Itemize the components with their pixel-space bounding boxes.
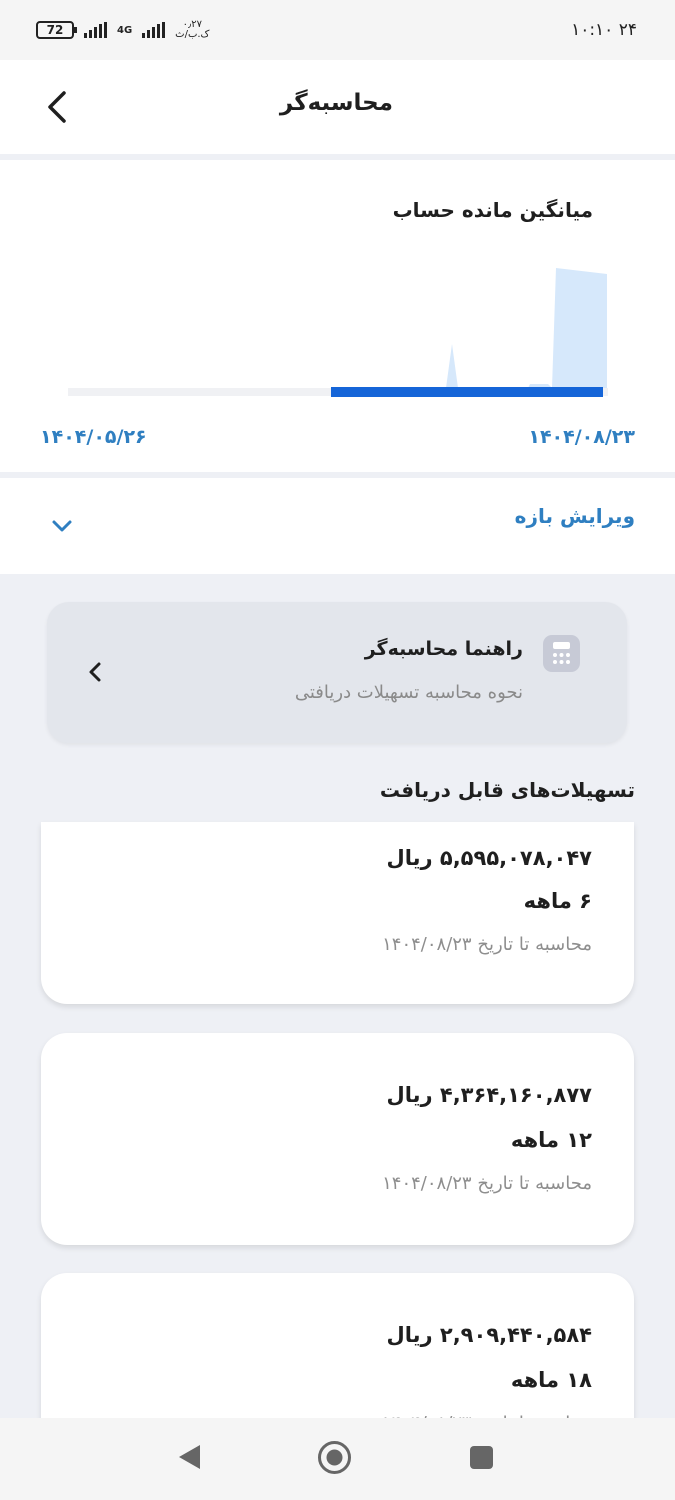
calculator-icon xyxy=(543,635,580,672)
chart-area-right xyxy=(552,268,607,388)
signal-icon-2 xyxy=(142,22,166,38)
loan-amount: ۵,۵۹۵,۰۷۸,۰۴۷ ریال xyxy=(386,846,592,870)
network-speed: ۰٫۲۷ ک.ب/ث xyxy=(175,20,209,40)
nav-recents-icon[interactable] xyxy=(469,1445,494,1470)
loan-term: ۶ ماهه xyxy=(523,889,592,913)
loan-card[interactable]: ۵,۵۹۵,۰۷۸,۰۴۷ ریال ۶ ماهه محاسبه تا تاری… xyxy=(41,822,634,1004)
edit-range-toggle[interactable]: ویرایش بازه xyxy=(0,478,675,574)
signal-icon xyxy=(84,22,107,38)
status-clock: ۲۴ ۱۰:۱۰ xyxy=(571,20,637,40)
edit-range-label: ویرایش بازه xyxy=(514,504,635,528)
loan-calc-date: محاسبه تا تاریخ ۱۴۰۴/۰۸/۲۳ xyxy=(382,934,592,955)
loan-term: ۱۸ ماهه xyxy=(510,1368,592,1392)
battery-level: 72 xyxy=(46,23,64,37)
network-type: 4G xyxy=(117,24,133,36)
loan-amount: ۲,۹۰۹,۴۴۰,۵۸۴ ریال xyxy=(386,1323,592,1347)
status-icons: 72 4G ۰٫۲۷ ک.ب/ث xyxy=(36,20,210,40)
loan-calc-date: محاسبه تا تاریخ ۱۴۰۴/۰۸/۲۳ xyxy=(382,1173,592,1194)
chart-start-date: ۱۴۰۴/۰۸/۲۳ xyxy=(528,426,635,448)
guide-title: راهنما محاسبه‌گر xyxy=(364,638,523,660)
network-indicator: 4G xyxy=(117,24,133,36)
system-nav-bar xyxy=(0,1418,675,1500)
page-title: محاسبه‌گر xyxy=(279,90,393,116)
battery-icon: 72 xyxy=(36,21,77,39)
status-bar: 72 4G ۰٫۲۷ ک.ب/ث ۲۴ ۱۰:۱۰ xyxy=(0,0,675,60)
nav-home-icon[interactable] xyxy=(317,1440,352,1475)
chart-area-spike xyxy=(446,344,458,388)
guide-subtitle: نحوه محاسبه تسهیلات دریافتی xyxy=(294,682,523,703)
calculator-guide-card[interactable]: راهنما محاسبه‌گر نحوه محاسبه تسهیلات دری… xyxy=(47,602,627,743)
app-bar: محاسبه‌گر xyxy=(0,60,675,154)
balance-chart-card: میانگین مانده حساب ۱۴۰۴/۰۸/۲۳ ۱۴۰۴/۰۵/۲۶ xyxy=(0,160,675,472)
chevron-down-icon xyxy=(52,520,72,532)
chart-end-date: ۱۴۰۴/۰۵/۲۶ xyxy=(40,426,147,448)
back-button[interactable] xyxy=(40,88,74,126)
chevron-left-icon xyxy=(48,91,66,123)
loan-term: ۱۲ ماهه xyxy=(510,1128,592,1152)
chart-range-bar xyxy=(331,387,603,397)
nav-back-icon[interactable] xyxy=(176,1442,202,1472)
loan-amount: ۴,۳۶۴,۱۶۰,۸۷۷ ریال xyxy=(386,1083,592,1107)
chevron-left-icon xyxy=(89,662,101,682)
speed-unit: ک.ب/ث xyxy=(175,29,210,40)
loan-card[interactable]: ۴,۳۶۴,۱۶۰,۸۷۷ ریال ۱۲ ماهه محاسبه تا تار… xyxy=(41,1033,634,1245)
loans-section-title: تسهیلات‌های قابل دریافت xyxy=(379,778,635,802)
